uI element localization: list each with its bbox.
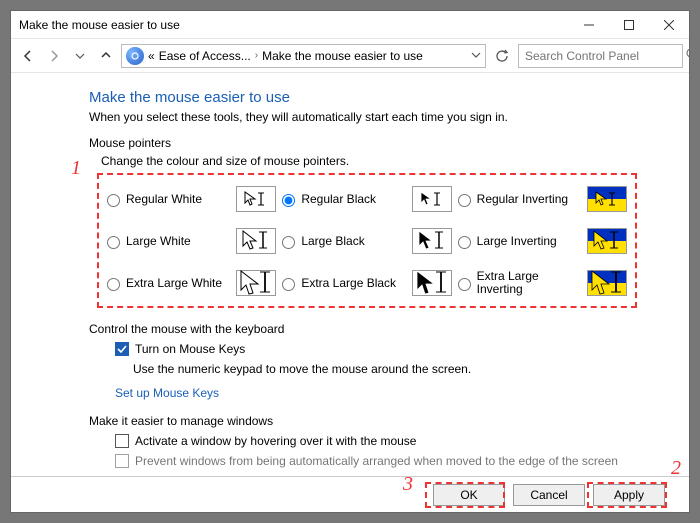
search-icon[interactable] (686, 48, 690, 64)
pointer-option-regular-black[interactable]: Regular Black (282, 181, 451, 217)
breadcrumb[interactable]: « Ease of Access... › Make the mouse eas… (121, 44, 486, 68)
up-button[interactable] (95, 45, 117, 67)
pointer-label: Large Black (301, 235, 405, 248)
annotation-num-3: 3 (403, 473, 413, 496)
radio-large-white[interactable] (107, 236, 120, 249)
search-box[interactable] (518, 44, 683, 68)
pointer-label: Large White (126, 235, 230, 248)
pointer-label: Extra Large Inverting (477, 270, 581, 296)
minimize-button[interactable] (569, 11, 609, 39)
annotation-box-1: 1 Regular White Regular Black Regular In… (97, 173, 637, 308)
pointer-option-xl-black[interactable]: Extra Large Black (282, 265, 451, 301)
pointer-preview (412, 228, 452, 254)
annotation-box-3 (425, 482, 505, 508)
pointer-label: Large Inverting (477, 235, 581, 248)
annotation-num-2: 2 (671, 457, 681, 480)
checkbox-icon (115, 434, 129, 448)
control-panel-icon (126, 47, 144, 65)
radio-large-black[interactable] (282, 236, 295, 249)
pointer-option-xl-inverting[interactable]: Extra Large Inverting (458, 265, 627, 301)
pointer-grid: Regular White Regular Black Regular Inve… (99, 175, 635, 307)
pointer-option-large-inverting[interactable]: Large Inverting (458, 223, 627, 259)
page-heading: Make the mouse easier to use (89, 89, 689, 106)
page-subheading: When you select these tools, they will a… (89, 110, 689, 124)
radio-regular-black[interactable] (282, 194, 295, 207)
pointer-option-large-black[interactable]: Large Black (282, 223, 451, 259)
section-title-keyboard: Control the mouse with the keyboard (89, 322, 689, 336)
pointer-preview (412, 270, 452, 296)
pointer-label: Extra Large Black (301, 277, 405, 290)
pointer-preview (587, 228, 627, 254)
forward-button[interactable] (43, 45, 65, 67)
pointer-preview (412, 186, 452, 212)
pointer-preview (236, 186, 276, 212)
pointer-label: Regular Inverting (477, 193, 581, 206)
section-desc-pointers: Change the colour and size of mouse poin… (101, 154, 689, 168)
checkbox-mousekeys[interactable]: Turn on Mouse Keys (115, 342, 689, 356)
checkbox-icon (115, 454, 129, 468)
pointer-label: Regular Black (301, 193, 405, 206)
pointer-label: Extra Large White (126, 277, 230, 290)
annotation-num-1: 1 (71, 157, 81, 180)
checkbox-icon (115, 342, 129, 356)
radio-large-inverting[interactable] (458, 236, 471, 249)
chevron-down-icon[interactable] (471, 49, 481, 63)
pointer-option-regular-inverting[interactable]: Regular Inverting (458, 181, 627, 217)
footer: 3 2 OK Cancel Apply (11, 476, 689, 512)
section-title-pointers: Mouse pointers (89, 136, 689, 150)
maximize-button[interactable] (609, 11, 649, 39)
radio-xl-black[interactable] (282, 278, 295, 291)
section-title-windows: Make it easier to manage windows (89, 414, 689, 428)
checkbox-label: Turn on Mouse Keys (135, 342, 245, 356)
navbar: « Ease of Access... › Make the mouse eas… (11, 39, 689, 73)
cancel-button[interactable]: Cancel (513, 484, 585, 506)
radio-regular-white[interactable] (107, 194, 120, 207)
checkbox-hover-activate[interactable]: Activate a window by hovering over it wi… (115, 434, 689, 448)
checkbox-prevent-snap[interactable]: Prevent windows from being automatically… (115, 454, 689, 468)
setup-mousekeys-link[interactable]: Set up Mouse Keys (115, 386, 219, 400)
checkbox-label: Activate a window by hovering over it wi… (135, 434, 416, 448)
pointer-option-regular-white[interactable]: Regular White (107, 181, 276, 217)
annotation-box-2 (587, 482, 667, 508)
breadcrumb-lead: « (148, 49, 155, 63)
breadcrumb-item-2[interactable]: Make the mouse easier to use (262, 49, 423, 63)
radio-xl-inverting[interactable] (458, 278, 471, 291)
pointer-label: Regular White (126, 193, 230, 206)
pointer-preview (587, 270, 627, 296)
close-button[interactable] (649, 11, 689, 39)
pointer-option-xl-white[interactable]: Extra Large White (107, 265, 276, 301)
pointer-option-large-white[interactable]: Large White (107, 223, 276, 259)
pointer-preview (236, 228, 276, 254)
refresh-button[interactable] (490, 44, 514, 68)
window: Make the mouse easier to use « Ease of A… (10, 10, 690, 513)
pointer-preview (587, 186, 627, 212)
checkbox-label: Prevent windows from being automatically… (135, 454, 618, 468)
chevron-right-icon: › (255, 50, 258, 61)
titlebar: Make the mouse easier to use (11, 11, 689, 39)
back-button[interactable] (17, 45, 39, 67)
breadcrumb-item-1[interactable]: Ease of Access... (159, 49, 251, 63)
content-pane: Make the mouse easier to use When you se… (11, 73, 689, 476)
search-input[interactable] (525, 49, 680, 63)
window-title: Make the mouse easier to use (19, 18, 569, 32)
radio-xl-white[interactable] (107, 278, 120, 291)
history-dropdown[interactable] (69, 45, 91, 67)
radio-regular-inverting[interactable] (458, 194, 471, 207)
mousekeys-desc: Use the numeric keypad to move the mouse… (133, 362, 689, 376)
pointer-preview (236, 270, 276, 296)
